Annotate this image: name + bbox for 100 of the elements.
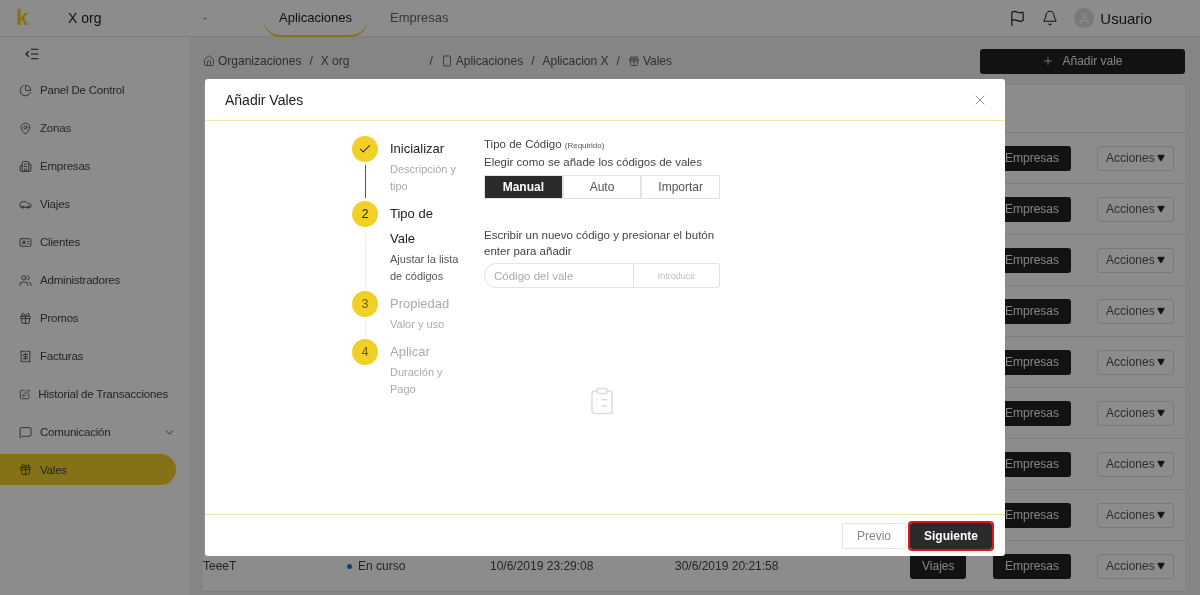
message-icon	[19, 425, 32, 439]
sidebar-label: Empresas	[40, 160, 91, 172]
actions-dropdown[interactable]: Acciones	[1097, 196, 1174, 222]
table-cell-text: 10/6/2019 23:29:08	[490, 559, 595, 573]
actions-dropdown[interactable]: Acciones	[1097, 298, 1174, 324]
actions-dropdown[interactable]: Acciones	[1097, 145, 1174, 171]
actions-dropdown[interactable]: Acciones	[1097, 451, 1174, 477]
caret-icon	[1156, 205, 1165, 213]
edit-icon	[19, 387, 31, 401]
gift-icon	[627, 55, 640, 67]
home-icon	[203, 55, 215, 67]
gift-icon	[19, 311, 32, 325]
user-name[interactable]: Usuario	[1100, 9, 1152, 27]
sidebar-item[interactable]: Facturas	[0, 337, 176, 375]
caret-icon	[1156, 460, 1165, 468]
plus-icon	[1042, 55, 1055, 67]
separator: -	[203, 11, 208, 25]
field-label: Tipo de Código (Requirido)	[484, 137, 606, 152]
pie-chart-icon	[19, 83, 32, 97]
breadcrumb-link[interactable]: Aplicaciones	[455, 54, 524, 68]
caret-icon	[1156, 562, 1165, 570]
caret-icon	[1156, 154, 1165, 162]
breadcrumb-separator: /	[309, 54, 313, 68]
step-description: Descripción y tipo	[390, 162, 458, 194]
sidebar-item[interactable]: Empresas	[0, 147, 176, 185]
caret-icon	[1156, 511, 1165, 519]
actions-dropdown[interactable]: Acciones	[1097, 349, 1174, 375]
sidebar-item[interactable]: Vales	[0, 454, 176, 485]
caret-icon	[1156, 358, 1165, 366]
sidebar-label: Facturas	[40, 350, 84, 362]
actions-dropdown[interactable]: Acciones	[1097, 502, 1174, 528]
sidebar-label: Clientes	[40, 236, 80, 248]
breadcrumb-separator: /	[429, 54, 433, 68]
segment-button[interactable]: Manual	[484, 175, 563, 199]
sidebar-label: Vales	[40, 463, 67, 476]
phone-icon	[440, 55, 453, 67]
breadcrumb-separator: /	[616, 54, 620, 68]
sidebar-item[interactable]: Promos	[0, 299, 176, 337]
users-icon	[19, 273, 32, 287]
gift-icon	[19, 463, 32, 476]
org-name: X org	[68, 10, 103, 26]
step-title: Propiedad	[390, 295, 451, 313]
status-dot	[347, 563, 352, 569]
nav-tab[interactable]: Empresas	[374, 0, 465, 37]
receipt-icon	[19, 349, 32, 363]
companies-button[interactable]: Empresas	[993, 553, 1072, 579]
status-text: En curso	[358, 559, 406, 573]
sidebar-label: Viajes	[40, 198, 70, 210]
sidebar-label: Comunicación	[40, 426, 111, 438]
step-circle: 3	[352, 291, 378, 317]
breadcrumb-link[interactable]: Organizaciones	[218, 54, 302, 68]
step-description: Valor y uso	[390, 317, 446, 332]
table-cell-text: TeeeT	[203, 559, 238, 573]
breadcrumb-link[interactable]: Aplicacion X	[542, 54, 609, 68]
map-pin-icon	[19, 121, 32, 135]
flag-icon[interactable]	[1009, 9, 1027, 27]
sidebar-label: Panel De Control	[40, 84, 125, 96]
caret-icon	[1156, 409, 1165, 417]
logo: k	[16, 5, 30, 31]
step-circle: 4	[352, 339, 378, 365]
sidebar-label: Promos	[40, 312, 79, 324]
instruction-text: Escribir un nuevo código y presionar el butón enter para añadir	[484, 228, 716, 259]
previous-button[interactable]: Previo	[841, 522, 906, 549]
segment-button[interactable]: Auto	[562, 175, 642, 199]
code-input[interactable]: Código del vale	[484, 263, 634, 288]
step-title: Aplicar	[390, 343, 431, 361]
breadcrumb-separator: /	[531, 54, 535, 68]
step-title: Inicializar	[390, 140, 446, 158]
sidebar-item[interactable]: Zonas	[0, 109, 176, 147]
actions-dropdown[interactable]: Acciones	[1097, 553, 1174, 579]
sidebar-item[interactable]: Comunicación	[0, 413, 176, 451]
sidebar-item[interactable]: Viajes	[0, 185, 176, 223]
sidebar-label: Historial de Transacciones	[38, 388, 168, 400]
id-card-icon	[19, 235, 32, 249]
add-voucher-button[interactable]: Añadir vale	[980, 48, 1185, 74]
table-cell-text: 30/6/2019 20:21:58	[675, 559, 780, 573]
step-description: Duración y Pago	[390, 365, 444, 397]
sidebar-item[interactable]: Historial de Transacciones	[0, 375, 176, 413]
modal-title: Añadir Vales	[225, 91, 305, 108]
sidebar-label: Administradores	[40, 274, 121, 286]
step-description: Ajustar la lista de códigos	[390, 252, 460, 284]
breadcrumb-link[interactable]: X org	[320, 54, 350, 68]
bell-icon[interactable]	[1042, 10, 1059, 26]
sidebar-item[interactable]: Clientes	[0, 223, 176, 261]
field-hint: Elegir como se añade los códigos de vales	[484, 155, 703, 170]
step-title: Tipo de Vale	[390, 205, 434, 248]
nav-tab[interactable]: Aplicaciones	[263, 0, 368, 37]
building-icon	[19, 159, 32, 173]
step-circle: 2	[352, 201, 378, 227]
actions-dropdown[interactable]: Acciones	[1097, 247, 1174, 273]
sidebar-label: Zonas	[40, 122, 71, 134]
sidebar-item[interactable]: Panel De Control	[0, 71, 176, 109]
actions-dropdown[interactable]: Acciones	[1097, 400, 1174, 426]
next-button[interactable]: Siguiente	[910, 522, 992, 549]
breadcrumb-link[interactable]: Vales	[642, 54, 672, 68]
menu-icon[interactable]	[24, 46, 40, 62]
caret-icon	[1156, 307, 1165, 315]
sidebar-item[interactable]: Administradores	[0, 261, 176, 299]
segment-button[interactable]: Importar	[641, 175, 720, 199]
caret-icon	[1156, 256, 1165, 264]
